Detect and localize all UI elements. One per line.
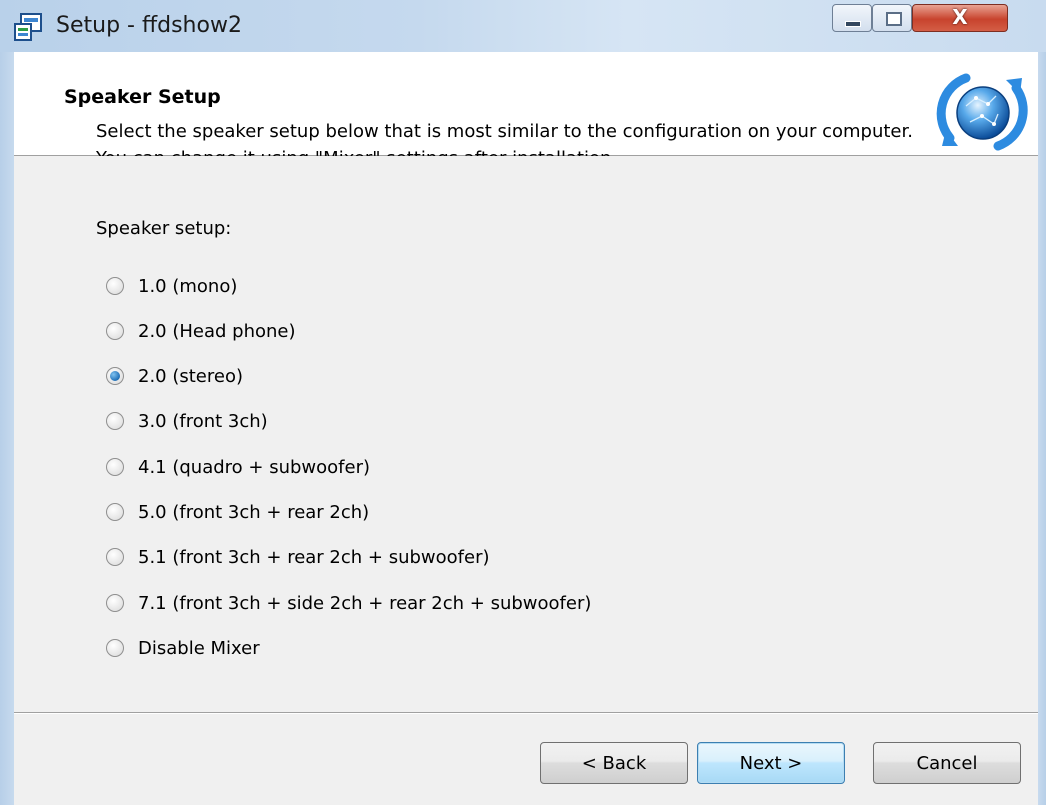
window-frame-left xyxy=(0,52,14,805)
setup-package-icon xyxy=(14,13,42,41)
radio-option-disable-mixer[interactable]: Disable Mixer xyxy=(106,633,260,663)
radio-option-2-0-stereo[interactable]: 2.0 (stereo) xyxy=(106,361,243,391)
radio-label: 4.1 (quadro + subwoofer) xyxy=(138,456,370,478)
minimize-button[interactable] xyxy=(832,4,872,32)
radio-label: 7.1 (front 3ch + side 2ch + rear 2ch + s… xyxy=(138,592,592,614)
maximize-button[interactable] xyxy=(872,4,912,32)
radio-button[interactable] xyxy=(106,458,124,476)
radio-option-1-0-mono[interactable]: 1.0 (mono) xyxy=(106,271,237,301)
radio-label: Disable Mixer xyxy=(138,637,260,659)
radio-button-selected[interactable] xyxy=(106,367,124,385)
maximize-icon xyxy=(886,12,902,26)
speaker-setup-label: Speaker setup: xyxy=(96,218,232,239)
setup-window: Setup - ffdshow2 X Speaker Setup Select … xyxy=(0,0,1046,805)
radio-button[interactable] xyxy=(106,277,124,295)
title-bar[interactable]: Setup - ffdshow2 X xyxy=(0,0,1046,52)
radio-option-5-0[interactable]: 5.0 (front 3ch + rear 2ch) xyxy=(106,497,369,527)
radio-option-3-0-front[interactable]: 3.0 (front 3ch) xyxy=(106,406,268,436)
cancel-button[interactable]: Cancel xyxy=(873,742,1021,784)
window-title: Setup - ffdshow2 xyxy=(56,13,242,38)
radio-label: 2.0 (Head phone) xyxy=(138,320,296,342)
radio-label: 1.0 (mono) xyxy=(138,275,238,297)
page-title: Speaker Setup xyxy=(64,86,221,108)
radio-option-5-1[interactable]: 5.1 (front 3ch + rear 2ch + subwoofer) xyxy=(106,542,490,572)
globe-refresh-icon xyxy=(936,73,1028,151)
next-button[interactable]: Next > xyxy=(697,742,845,784)
wizard-header: Speaker Setup Select the speaker setup b… xyxy=(14,52,1038,169)
radio-button[interactable] xyxy=(106,594,124,612)
radio-label: 5.1 (front 3ch + rear 2ch + subwoofer) xyxy=(138,546,490,568)
radio-label: 3.0 (front 3ch) xyxy=(138,410,268,432)
radio-label: 2.0 (stereo) xyxy=(138,365,243,387)
back-button[interactable]: < Back xyxy=(540,742,688,784)
radio-option-7-1[interactable]: 7.1 (front 3ch + side 2ch + rear 2ch + s… xyxy=(106,588,591,618)
wizard-content: Speaker setup: 1.0 (mono) 2.0 (Head phon… xyxy=(14,156,1038,712)
radio-label: 5.0 (front 3ch + rear 2ch) xyxy=(138,501,370,523)
radio-button[interactable] xyxy=(106,412,124,430)
radio-option-2-0-headphone[interactable]: 2.0 (Head phone) xyxy=(106,316,296,346)
footer-divider xyxy=(14,712,1038,714)
close-icon: X xyxy=(952,5,968,29)
radio-button[interactable] xyxy=(106,322,124,340)
minimize-icon xyxy=(845,21,861,27)
close-button[interactable]: X xyxy=(912,4,1008,32)
window-frame-right xyxy=(1038,52,1046,805)
radio-button[interactable] xyxy=(106,548,124,566)
radio-button[interactable] xyxy=(106,503,124,521)
radio-option-4-1-quadro[interactable]: 4.1 (quadro + subwoofer) xyxy=(106,452,370,482)
radio-button[interactable] xyxy=(106,639,124,657)
